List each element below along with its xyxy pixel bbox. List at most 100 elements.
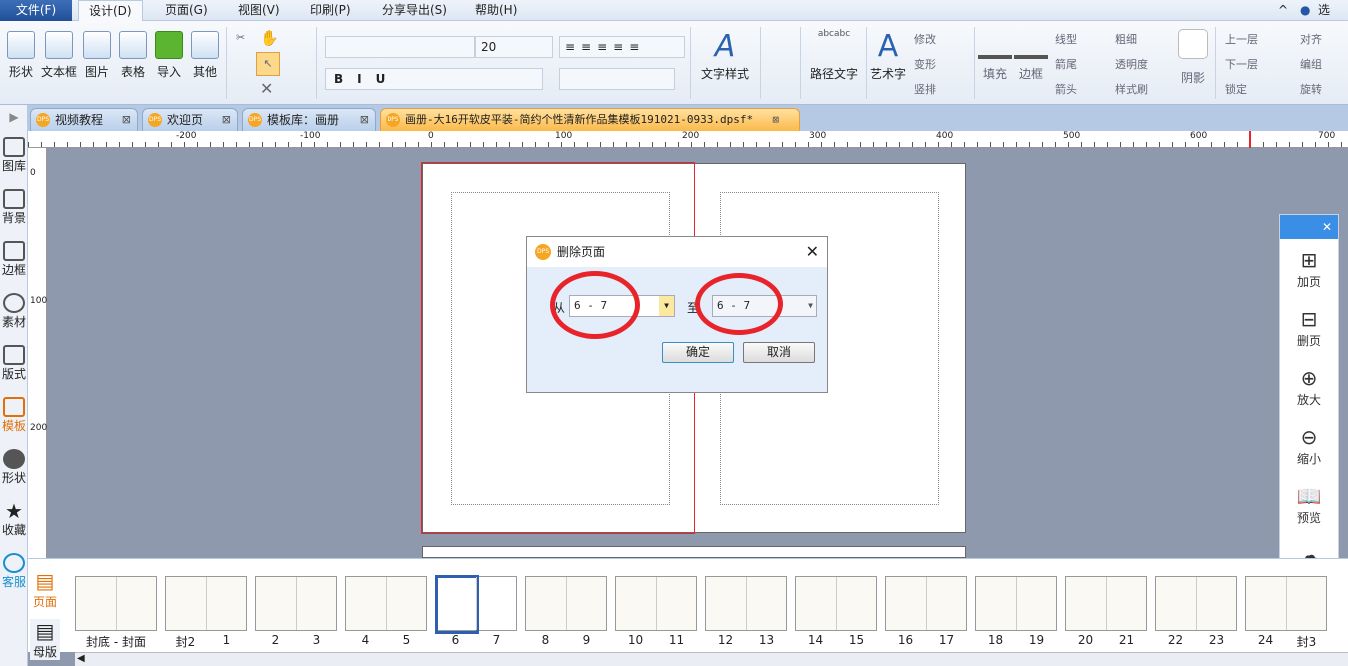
vertical-text-button[interactable]: 竖排 xyxy=(914,81,936,97)
cut-icon[interactable]: ✂ xyxy=(236,31,245,44)
send-down-button[interactable]: 下一层 xyxy=(1225,56,1258,72)
label: 表格 xyxy=(120,65,145,79)
zoom-in-button[interactable]: ⊕ 放大 xyxy=(1280,365,1338,408)
format-brush-button[interactable]: 样式刷 xyxy=(1115,81,1148,97)
image-button[interactable]: 图片 xyxy=(80,31,114,80)
page-label: 19 xyxy=(1028,633,1045,647)
options-button[interactable]: 选项 xyxy=(1308,0,1348,38)
tab-welcome[interactable]: DPS 欢迎页 ⊠ xyxy=(142,108,238,131)
rotate-button[interactable]: 旋转 xyxy=(1300,81,1322,97)
arrow-tail-button[interactable]: 箭尾 xyxy=(1055,56,1077,72)
page-thumbnail[interactable] xyxy=(255,576,337,631)
sidebar-item-layout[interactable]: 版式 xyxy=(0,345,28,382)
page-thumbnail[interactable] xyxy=(165,576,247,631)
text-style-button[interactable]: A 文字样式 xyxy=(696,29,754,82)
sidebar-item-support[interactable]: 客服 xyxy=(0,553,28,590)
tab-video-tutorial[interactable]: DPS 视频教程 ⊠ xyxy=(30,108,138,131)
delete-icon[interactable]: ✕ xyxy=(260,79,273,98)
page-thumbnail[interactable] xyxy=(435,575,517,634)
other-button[interactable]: 其他 xyxy=(188,31,222,80)
menu-help[interactable]: 帮助(H) xyxy=(465,0,527,21)
shadow-button[interactable]: 阴影 xyxy=(1176,29,1210,86)
tab-pages[interactable]: ▤ 页面 xyxy=(30,569,60,610)
fill-button[interactable]: 填充 xyxy=(978,29,1012,82)
gallery-icon xyxy=(3,137,25,157)
menu-page[interactable]: 页面(G) xyxy=(155,0,218,21)
sidebar-item-material[interactable]: 素材 xyxy=(0,293,28,330)
label: 客服 xyxy=(1,575,26,589)
close-icon[interactable]: ✕ xyxy=(806,237,819,267)
zoom-out-button[interactable]: ⊖ 缩小 xyxy=(1280,424,1338,467)
transparency-button[interactable]: 透明度 xyxy=(1115,56,1148,72)
page-thumbnail[interactable] xyxy=(345,576,427,631)
cancel-button[interactable]: 取消 xyxy=(743,342,815,363)
group-button[interactable]: 编组 xyxy=(1300,56,1322,72)
ruler-marker[interactable] xyxy=(1249,131,1251,148)
sidebar-item-gallery[interactable]: 图库 xyxy=(0,137,28,174)
spacing-toolbar[interactable] xyxy=(559,68,675,90)
chevron-down-icon[interactable]: ▼ xyxy=(659,296,674,316)
close-icon[interactable]: ⊠ xyxy=(360,109,369,131)
sidebar-item-background[interactable]: 背景 xyxy=(0,189,28,226)
path-text-button[interactable]: abcabc 路径文字 xyxy=(806,29,862,82)
close-icon[interactable]: ⊠ xyxy=(222,109,231,131)
sidebar-item-border[interactable]: 边框 xyxy=(0,241,28,278)
tab-master[interactable]: ▤ 母版 xyxy=(30,619,60,660)
add-page-button[interactable]: ⊞ 加页 xyxy=(1280,247,1338,290)
menu-print[interactable]: 印刷(P) xyxy=(300,0,361,21)
expand-panel-icon[interactable]: ▶ xyxy=(0,110,28,124)
menu-file[interactable]: 文件(F) xyxy=(0,0,72,21)
menu-design[interactable]: 设计(D) xyxy=(78,0,143,21)
page-thumbnail[interactable] xyxy=(885,576,967,631)
page-thumbnail[interactable] xyxy=(75,576,157,631)
menu-share-export[interactable]: 分享导出(S) xyxy=(372,0,457,21)
font-format-toolbar[interactable]: BIU xyxy=(325,68,543,90)
label: 缩小 xyxy=(1296,452,1321,466)
bring-up-button[interactable]: 上一层 xyxy=(1225,31,1258,47)
page-thumbnail[interactable] xyxy=(975,576,1057,631)
page-thumbnail[interactable] xyxy=(525,576,607,631)
font-family-select[interactable] xyxy=(325,36,475,58)
page-thumbnail[interactable] xyxy=(795,576,877,631)
arrow-head-button[interactable]: 箭头 xyxy=(1055,81,1077,97)
close-icon[interactable]: ⊠ xyxy=(122,109,131,131)
import-button[interactable]: 导入 xyxy=(152,31,186,80)
select-pointer-icon[interactable]: ↖ xyxy=(256,52,280,76)
tab-current-document[interactable]: DPS 画册-大16开软皮平装-简约个性清新作品集模板191021-0933.dp… xyxy=(380,108,800,131)
shape-button[interactable]: 形状 xyxy=(4,31,38,80)
chevron-down-icon[interactable]: ▼ xyxy=(808,296,813,316)
page-thumbnail[interactable] xyxy=(615,576,697,631)
page-thumbnail[interactable] xyxy=(705,576,787,631)
page-thumbnail[interactable] xyxy=(1155,576,1237,631)
sidebar-item-shape[interactable]: 形状 xyxy=(0,449,28,486)
scroll-left-icon[interactable]: ◀ xyxy=(77,653,85,664)
sidebar-item-template[interactable]: 模板 xyxy=(0,397,28,434)
textbox-button[interactable]: 文本框 xyxy=(40,31,78,80)
sidebar-item-favorites[interactable]: ★ 收藏 xyxy=(0,501,28,538)
lock-button[interactable]: 锁定 xyxy=(1225,81,1247,97)
label: 艺术字 xyxy=(869,67,906,81)
page-thumbnail[interactable] xyxy=(1245,576,1327,631)
preview-button[interactable]: 📖 预览 xyxy=(1280,483,1338,526)
menu-view[interactable]: 视图(V) xyxy=(228,0,290,21)
close-icon[interactable]: ✕ xyxy=(1280,215,1338,239)
tab-template-library[interactable]: DPS 模板库：画册 ⊠ xyxy=(242,108,376,131)
line-type-button[interactable]: 线型 xyxy=(1055,31,1077,47)
delete-page-button[interactable]: ⊟ 删页 xyxy=(1280,306,1338,349)
page-label: 封2 xyxy=(175,635,196,649)
align-button[interactable]: 对齐 xyxy=(1300,31,1322,47)
art-text-button[interactable]: A 艺术字 xyxy=(868,29,908,82)
close-icon[interactable]: ⊠ xyxy=(772,109,779,131)
ok-button[interactable]: 确定 xyxy=(662,342,734,363)
transform-button[interactable]: 变形 xyxy=(914,56,936,72)
hand-icon[interactable]: ✋ xyxy=(260,29,279,47)
next-spread[interactable] xyxy=(422,546,966,558)
modify-button[interactable]: 修改 xyxy=(914,31,936,47)
border-button[interactable]: 边框 xyxy=(1014,29,1048,82)
page-thumbnail[interactable] xyxy=(1065,576,1147,631)
thumbnail-scrollbar[interactable]: ◀ xyxy=(75,652,1348,666)
align-toolbar[interactable]: ≡≡≡≡≡ xyxy=(559,36,685,58)
table-button[interactable]: 表格 xyxy=(116,31,150,80)
thickness-button[interactable]: 粗细 xyxy=(1115,31,1137,47)
font-size-select[interactable]: 20 xyxy=(475,36,553,58)
